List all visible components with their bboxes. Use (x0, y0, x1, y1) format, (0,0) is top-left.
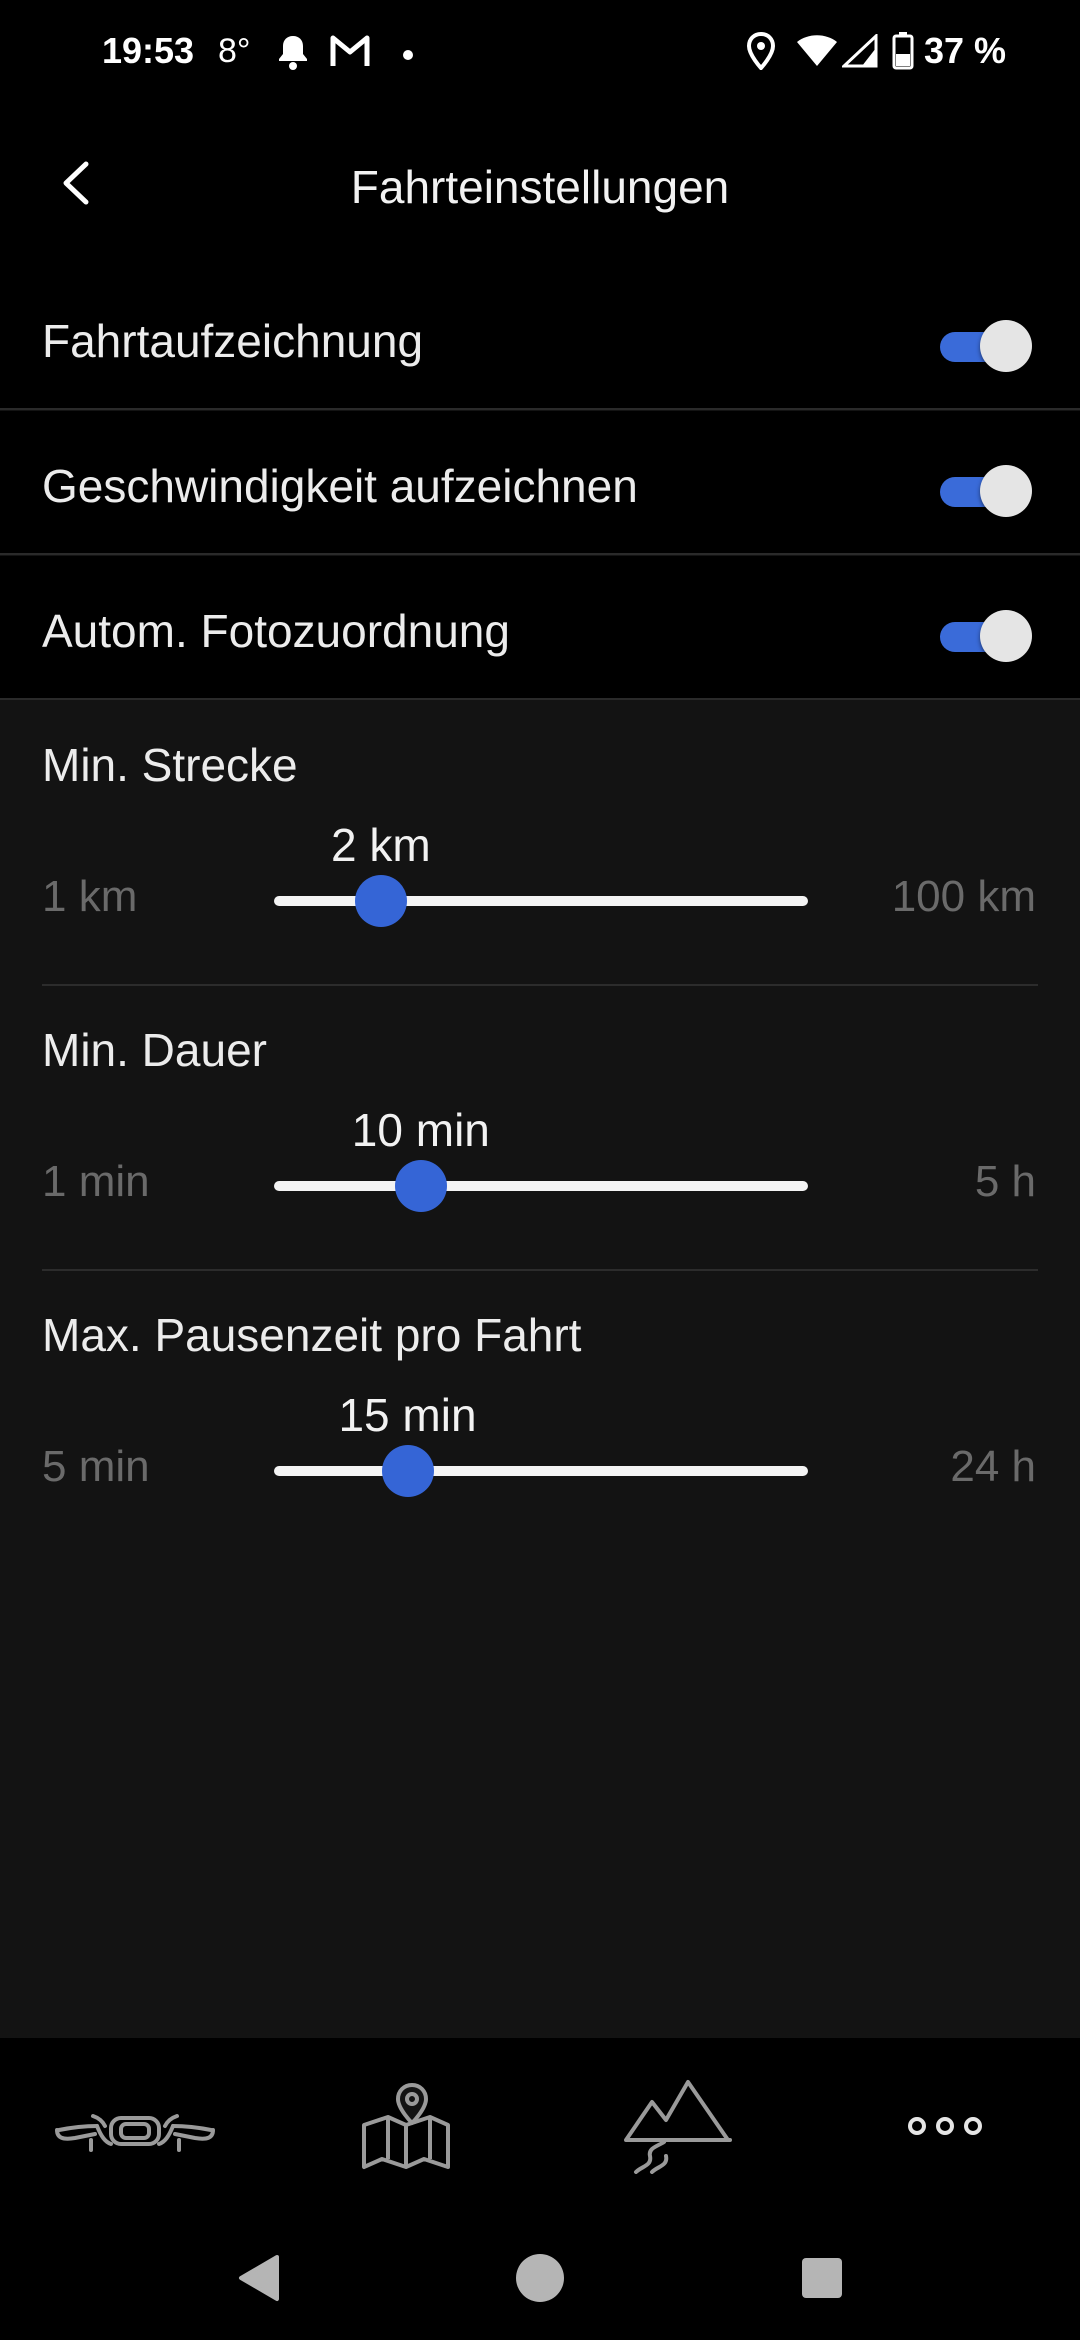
slider-value-label: 10 min (351, 1104, 490, 1156)
slider-track[interactable] (274, 1466, 808, 1476)
slider-track[interactable] (274, 1181, 808, 1191)
divider (42, 1269, 1038, 1271)
slider-title: Max. Pausenzeit pro Fahrt (42, 1309, 582, 1361)
mountain-route-icon (622, 2078, 732, 2179)
switch-knob (980, 465, 1032, 517)
slider-thumb[interactable] (394, 1160, 447, 1212)
switch-knob (980, 610, 1032, 662)
slider-section-max-pausenzeit: Max. Pausenzeit pro Fahrt 5 min 15 min 2… (0, 1272, 1080, 1557)
square-recents-icon (800, 2256, 844, 2305)
slider-value-label: 15 min (338, 1389, 477, 1441)
page-title: Fahrteinstellungen (350, 161, 730, 213)
battery-percentage: 37 % (924, 30, 1007, 71)
top-area: 19:53 8° 37 % Fahrteinstellungen (0, 0, 1080, 270)
slider-thumb[interactable] (381, 1445, 434, 1497)
slider-min-label: 1 km (42, 872, 138, 921)
scooter-icon (53, 2096, 217, 2161)
circle-home-icon (514, 2252, 566, 2309)
screen: 19:53 8° 37 % Fahrteinstellungen Fahrtau… (0, 0, 1080, 2340)
system-home-button[interactable] (510, 2250, 570, 2310)
status-bar: 19:53 8° 37 % (0, 0, 1080, 108)
nav-item-routes[interactable] (612, 2078, 742, 2178)
location-icon (746, 31, 776, 75)
slider-value-label: 2 km (330, 819, 431, 871)
battery-icon (892, 32, 914, 75)
toggle-row-fotozuordnung[interactable]: Autom. Fotozuordnung (0, 556, 1080, 700)
bell-icon (276, 34, 310, 75)
wifi-icon (796, 34, 838, 73)
system-navigation-bar (0, 2218, 1080, 2340)
toggle-label: Geschwindigkeit aufzeichnen (42, 460, 638, 512)
slider-max-label: 24 h (950, 1442, 1036, 1491)
more-icon (905, 2114, 985, 2143)
slider-max-label: 5 h (974, 1157, 1036, 1206)
switch-fahrtaufzeichnung[interactable] (940, 318, 1032, 372)
switch-fotozuordnung[interactable] (940, 608, 1032, 662)
slider-min-label: 1 min (42, 1157, 150, 1206)
bottom-navigation (0, 2038, 1080, 2218)
dot-icon (402, 48, 414, 66)
map-pin-icon (358, 2081, 454, 2176)
slider-title: Min. Dauer (42, 1024, 267, 1076)
status-time: 19:53 (102, 30, 195, 71)
status-temperature: 8° (218, 32, 251, 70)
divider (42, 984, 1038, 986)
system-recents-button[interactable] (792, 2250, 852, 2310)
toggle-row-fahrtaufzeichnung[interactable]: Fahrtaufzeichnung (0, 266, 1080, 410)
nav-item-more[interactable] (890, 2078, 1000, 2178)
switch-knob (980, 320, 1032, 372)
toggle-label: Fahrtaufzeichnung (42, 315, 424, 367)
nav-item-map[interactable] (346, 2078, 466, 2178)
switch-geschwindigkeit[interactable] (940, 463, 1032, 517)
system-back-button[interactable] (228, 2250, 288, 2310)
nav-item-scooter[interactable] (50, 2078, 220, 2178)
slider-thumb[interactable] (354, 875, 407, 927)
slider-section-min-strecke: Min. Strecke 1 km 2 km 100 km (0, 702, 1080, 987)
slider-section-min-dauer: Min. Dauer 1 min 10 min 5 h (0, 987, 1080, 1272)
slider-max-label: 100 km (891, 872, 1036, 921)
app-header: Fahrteinstellungen (0, 130, 1080, 250)
toggle-row-geschwindigkeit[interactable]: Geschwindigkeit aufzeichnen (0, 411, 1080, 555)
toggle-label: Autom. Fotozuordnung (42, 605, 510, 657)
slider-title: Min. Strecke (42, 739, 298, 791)
slider-min-label: 5 min (42, 1442, 150, 1491)
gmail-icon (330, 34, 370, 73)
triangle-back-icon (235, 2253, 281, 2308)
signal-icon (840, 32, 878, 73)
